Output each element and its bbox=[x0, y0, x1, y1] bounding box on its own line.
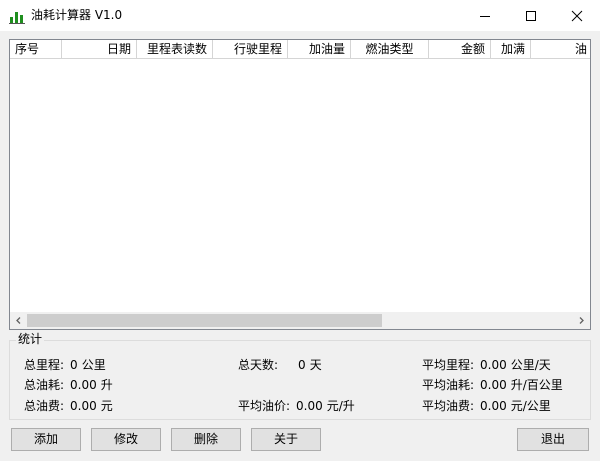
stat-total-days: 总天数: 0 天 bbox=[238, 357, 322, 373]
maximize-button[interactable] bbox=[508, 0, 554, 31]
stat-avg-mileage: 平均里程: 0.00 公里/天 bbox=[422, 357, 551, 373]
column-header-fuel[interactable]: 加油量 bbox=[288, 40, 351, 58]
scroll-thumb[interactable] bbox=[27, 314, 382, 327]
stat-value: 0.00 bbox=[70, 378, 97, 392]
stat-unit: 天 bbox=[309, 358, 322, 372]
scroll-left-button[interactable] bbox=[10, 312, 27, 329]
stat-unit: 元 bbox=[100, 399, 113, 413]
stat-label: 总天数: bbox=[238, 358, 279, 372]
window-title: 油耗计算器 V1.0 bbox=[31, 8, 123, 22]
chevron-left-icon bbox=[16, 317, 21, 324]
close-button[interactable] bbox=[554, 0, 600, 31]
stat-unit: 升/百公里 bbox=[510, 378, 563, 392]
stat-avg-price: 平均油价: 0.00 元/升 bbox=[238, 398, 355, 414]
column-header-index[interactable]: 序号 bbox=[10, 40, 62, 58]
stats-group-title: 统计 bbox=[16, 331, 45, 347]
column-header-date[interactable]: 日期 bbox=[62, 40, 137, 58]
stat-label: 总油耗: bbox=[24, 378, 65, 392]
column-header-odometer[interactable]: 里程表读数 bbox=[137, 40, 213, 58]
stat-value: 0.00 bbox=[480, 378, 507, 392]
stat-value: 0 bbox=[298, 358, 306, 372]
stat-value: 0 bbox=[70, 358, 78, 372]
stat-avg-cost: 平均油费: 0.00 元/公里 bbox=[422, 398, 551, 414]
stat-value: 0.00 bbox=[480, 358, 507, 372]
column-header-more[interactable]: 油 bbox=[531, 40, 590, 58]
stat-value: 0.00 bbox=[70, 399, 97, 413]
exit-button[interactable]: 退出 bbox=[517, 428, 589, 451]
stat-value: 0.00 bbox=[296, 399, 323, 413]
stat-label: 总里程: bbox=[24, 358, 65, 372]
stat-label: 总油费: bbox=[24, 399, 65, 413]
column-header-full[interactable]: 加满 bbox=[491, 40, 531, 58]
stat-label: 平均油价: bbox=[238, 399, 291, 413]
minimize-icon bbox=[480, 15, 490, 17]
scroll-right-button[interactable] bbox=[573, 312, 590, 329]
maximize-icon bbox=[526, 10, 536, 21]
stat-unit: 公里/天 bbox=[510, 358, 551, 372]
stat-label: 平均油耗: bbox=[422, 378, 475, 392]
stat-unit: 元/升 bbox=[326, 399, 355, 413]
bar-chart-icon bbox=[9, 11, 25, 24]
close-icon bbox=[571, 10, 583, 21]
stat-unit: 升 bbox=[100, 378, 113, 392]
about-button[interactable]: 关于 bbox=[251, 428, 321, 451]
stat-value: 0.00 bbox=[480, 399, 507, 413]
stat-total-cost: 总油费: 0.00 元 bbox=[24, 398, 113, 414]
chevron-right-icon bbox=[579, 317, 584, 324]
stat-total-fuel: 总油耗: 0.00 升 bbox=[24, 377, 113, 393]
add-button[interactable]: 添加 bbox=[11, 428, 81, 451]
list-header: 序号 日期 里程表读数 行驶里程 加油量 燃油类型 金额 加满 油 bbox=[10, 40, 590, 59]
records-list[interactable]: 序号 日期 里程表读数 行驶里程 加油量 燃油类型 金额 加满 油 bbox=[9, 39, 591, 330]
column-header-distance[interactable]: 行驶里程 bbox=[213, 40, 288, 58]
minimize-button[interactable] bbox=[462, 0, 508, 31]
column-header-fuel-type[interactable]: 燃油类型 bbox=[351, 40, 429, 58]
stat-unit: 公里 bbox=[81, 358, 106, 372]
stat-avg-fuel: 平均油耗: 0.00 升/百公里 bbox=[422, 377, 563, 393]
delete-button[interactable]: 删除 bbox=[171, 428, 241, 451]
edit-button[interactable]: 修改 bbox=[91, 428, 161, 451]
stat-label: 平均油费: bbox=[422, 399, 475, 413]
column-header-amount[interactable]: 金额 bbox=[429, 40, 491, 58]
horizontal-scrollbar[interactable] bbox=[10, 312, 590, 329]
stat-unit: 元/公里 bbox=[510, 399, 551, 413]
stat-label: 平均里程: bbox=[422, 358, 475, 372]
stat-total-mileage: 总里程: 0 公里 bbox=[24, 357, 106, 373]
